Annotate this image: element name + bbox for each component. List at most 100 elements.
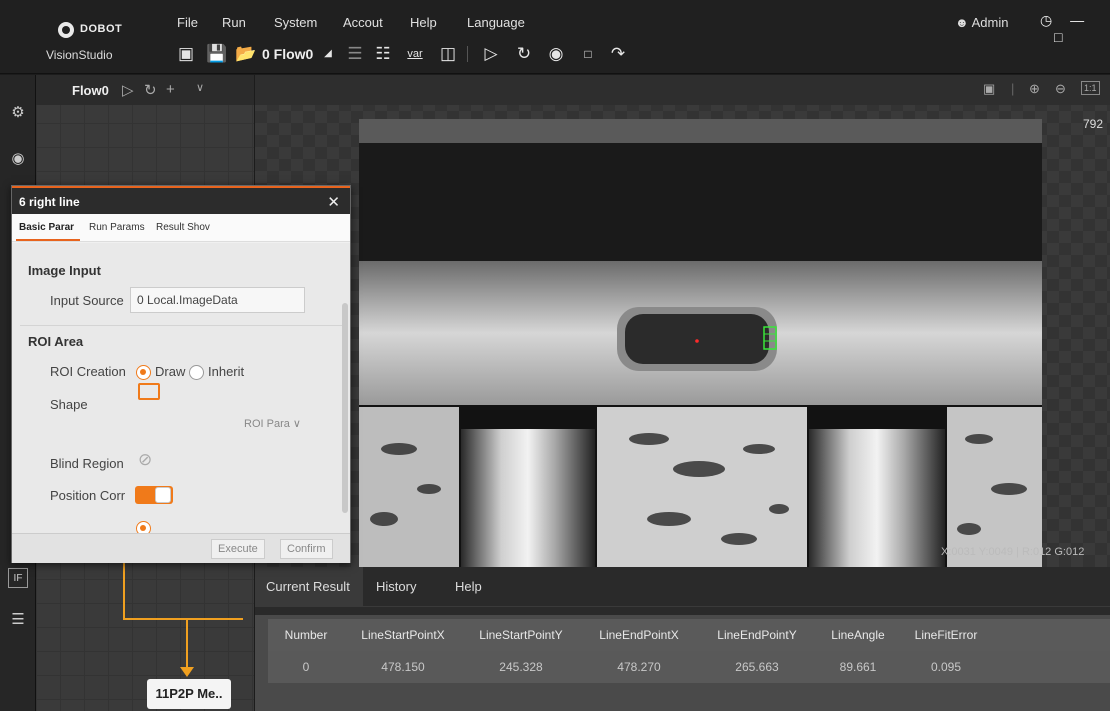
result-table: Number LineStartPointX LineStartPointY L… bbox=[255, 615, 1110, 711]
tab-result-show[interactable]: Result Shov bbox=[156, 222, 218, 233]
minimize-icon[interactable]: — bbox=[1070, 12, 1084, 28]
flow-run-loop-icon[interactable]: ↻ bbox=[144, 81, 157, 99]
flow-connector bbox=[123, 618, 243, 620]
input-source-select[interactable]: 0 Local.ImageData bbox=[130, 287, 305, 313]
flow-dropdown-icon[interactable]: ◢ bbox=[318, 44, 338, 64]
active-tab-indicator bbox=[16, 239, 80, 241]
roi-params-toggle[interactable]: ROI Para ∨ bbox=[244, 417, 301, 430]
toggle-knob bbox=[155, 487, 171, 503]
function-icon[interactable]: □ bbox=[578, 44, 598, 64]
robot-arm-icon[interactable]: ↷ bbox=[608, 44, 628, 64]
menu-run[interactable]: Run bbox=[222, 15, 246, 30]
menu-file[interactable]: File bbox=[177, 15, 198, 30]
stop-icon[interactable]: ◉ bbox=[546, 44, 566, 64]
user-icon: ☻ bbox=[955, 15, 969, 30]
flow-node-p2p-measure[interactable]: 11P2P Me.. bbox=[147, 679, 231, 709]
save-icon[interactable]: 💾 bbox=[206, 44, 227, 64]
layers-icon[interactable]: ☰ bbox=[345, 44, 365, 64]
close-icon[interactable]: ✕ bbox=[327, 193, 340, 211]
column-header: LineAngle bbox=[831, 628, 885, 642]
camera-icon[interactable]: ◉ bbox=[8, 149, 28, 169]
table-cell: 245.328 bbox=[499, 660, 543, 674]
communication-icon[interactable]: ☰ bbox=[8, 610, 28, 630]
execute-button[interactable]: Execute bbox=[211, 539, 265, 559]
radio-correction-option[interactable] bbox=[136, 521, 151, 533]
clock-icon[interactable]: ◷ bbox=[1040, 12, 1052, 28]
table-cell: 0 bbox=[302, 660, 310, 674]
dialog-title-bar[interactable]: 6 right line ✕ bbox=[12, 186, 350, 214]
zoom-out-icon[interactable]: ⊖ bbox=[1055, 81, 1066, 97]
network-icon[interactable]: ☷ bbox=[373, 44, 393, 64]
menu-system[interactable]: System bbox=[274, 15, 317, 30]
column-header: LineEndPointY bbox=[717, 628, 797, 642]
flow-selector[interactable]: 0 Flow0 bbox=[262, 46, 313, 62]
inspection-image-drawing bbox=[359, 119, 1042, 567]
radio-inherit-label[interactable]: Inherit bbox=[208, 364, 244, 379]
inspection-image[interactable] bbox=[359, 119, 1042, 567]
table-header: Number LineStartPointX LineStartPointY L… bbox=[268, 619, 1110, 651]
brand-logo-text: DOBOT bbox=[80, 23, 123, 35]
title-bar: DOBOT VisionStudio File Run System Accou… bbox=[0, 0, 1110, 74]
tab-help[interactable]: Help bbox=[455, 579, 482, 594]
maximize-icon[interactable]: □ bbox=[1054, 29, 1062, 45]
dobot-logo-icon bbox=[58, 22, 74, 38]
run-once-icon[interactable]: ▷ bbox=[481, 44, 501, 64]
window-controls: ◷ — □ bbox=[1040, 12, 1110, 45]
dialog-title: 6 right line bbox=[19, 195, 80, 209]
input-source-label: Input Source bbox=[50, 293, 124, 308]
dialog-body: Image Input Input Source 0 Local.ImageDa… bbox=[12, 243, 350, 533]
rectangle-shape-icon[interactable] bbox=[138, 383, 160, 400]
dialog-footer: Execute Confirm bbox=[12, 533, 350, 563]
pixel-coordinates-readout: X:0031 Y:0049 | R:012 G:012 bbox=[941, 546, 1085, 558]
column-header: LineFitError bbox=[914, 628, 978, 642]
table-row[interactable]: 0 478.150 245.328 478.270 265.663 89.661… bbox=[268, 651, 1110, 683]
tab-basic-params[interactable]: Basic Parar bbox=[19, 222, 79, 233]
tools-icon[interactable]: ⚙ bbox=[8, 103, 28, 123]
variable-icon[interactable]: var bbox=[405, 44, 425, 64]
confirm-button[interactable]: Confirm bbox=[280, 539, 333, 559]
line-find-parameter-dialog: 6 right line ✕ Basic Parar Run Params Re… bbox=[11, 185, 351, 563]
tab-current-result[interactable]: Current Result bbox=[266, 579, 350, 594]
toolbar-divider: | bbox=[1011, 81, 1015, 96]
zoom-in-icon[interactable]: ⊕ bbox=[1029, 81, 1040, 97]
column-header: LineStartPointX bbox=[361, 628, 445, 642]
flow-run-once-icon[interactable]: ▷ bbox=[122, 81, 134, 99]
dialog-tabs: Basic Parar Run Params Result Shov bbox=[12, 214, 350, 242]
blind-region-label: Blind Region bbox=[50, 456, 124, 471]
radio-inherit[interactable] bbox=[189, 365, 204, 380]
image-viewer[interactable]: ▣ | ⊕ ⊖ 1:1 792 X:0031 Y:0049 | R:012 G:… bbox=[255, 75, 1110, 567]
fit-image-icon[interactable]: ▣ bbox=[983, 81, 995, 97]
menu-help[interactable]: Help bbox=[410, 15, 437, 30]
dialog-scrollbar[interactable] bbox=[342, 303, 348, 513]
tab-run-params[interactable]: Run Params bbox=[89, 222, 149, 233]
radio-draw[interactable] bbox=[136, 365, 151, 380]
run-loop-icon[interactable]: ↻ bbox=[514, 44, 534, 64]
column-header: LineEndPointX bbox=[599, 628, 679, 642]
results-panel: Current Result History Help Number LineS… bbox=[255, 567, 1110, 711]
tab-history[interactable]: History bbox=[376, 579, 416, 594]
toolbar-divider bbox=[467, 46, 468, 62]
section-image-input: Image Input bbox=[28, 263, 101, 278]
radio-draw-label[interactable]: Draw bbox=[155, 364, 185, 379]
flow-dropdown-icon[interactable]: ∨ bbox=[196, 81, 204, 94]
flow-arrow-icon bbox=[180, 667, 194, 677]
flow-title: Flow0 bbox=[72, 83, 109, 98]
user-account[interactable]: ☻ Admin bbox=[955, 15, 1008, 30]
menu-account[interactable]: Accout bbox=[343, 15, 383, 30]
results-tabs: Current Result History Help bbox=[255, 567, 1110, 607]
blind-region-icon[interactable]: ⊘ bbox=[138, 450, 152, 470]
flow-header: Flow0 ▷ ↻ + ∨ bbox=[36, 75, 254, 105]
new-solution-icon[interactable]: ▣ bbox=[176, 44, 196, 64]
open-folder-icon[interactable]: 📂 bbox=[235, 44, 256, 64]
table-cell: 0.095 bbox=[930, 660, 962, 674]
if-module-icon[interactable]: IF bbox=[8, 568, 28, 588]
flow-add-icon[interactable]: + bbox=[166, 81, 175, 98]
menu-language[interactable]: Language bbox=[467, 15, 525, 30]
section-roi-area: ROI Area bbox=[28, 334, 84, 349]
column-header: LineStartPointY bbox=[479, 628, 563, 642]
device-icon[interactable]: ◫ bbox=[438, 44, 458, 64]
flow-connector bbox=[123, 559, 125, 619]
brand-block: DOBOT VisionStudio bbox=[36, 10, 136, 68]
actual-size-icon[interactable]: 1:1 bbox=[1081, 81, 1100, 95]
roi-creation-label: ROI Creation bbox=[50, 364, 126, 379]
